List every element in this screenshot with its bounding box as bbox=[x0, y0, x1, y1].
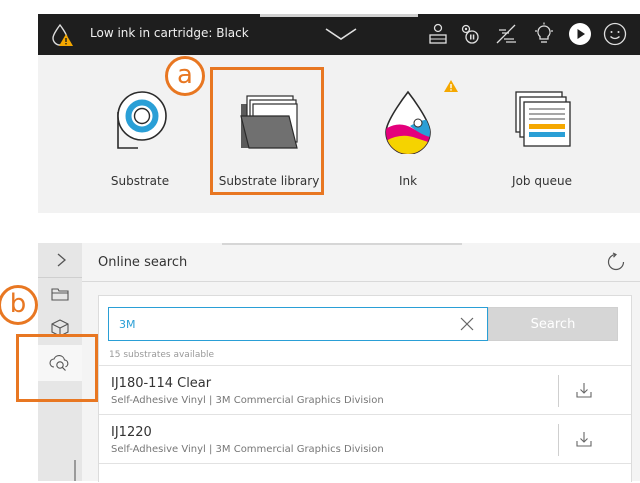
job-queue-icon bbox=[515, 91, 571, 147]
rail-scrollbar[interactable] bbox=[74, 460, 76, 481]
tile-label: Ink bbox=[398, 174, 418, 188]
warning-icon bbox=[444, 80, 458, 92]
clear-icon[interactable] bbox=[460, 317, 474, 331]
header-divider bbox=[82, 281, 640, 282]
search-input[interactable]: 3M bbox=[108, 307, 488, 341]
chevron-right-icon bbox=[57, 253, 66, 267]
result-subtitle: Self-Adhesive Vinyl | 3M Commercial Grap… bbox=[111, 444, 384, 455]
download-icon[interactable] bbox=[575, 381, 593, 399]
folder-outline-icon bbox=[51, 288, 69, 301]
ink-drop-icon bbox=[385, 90, 431, 154]
smiley-icon[interactable] bbox=[603, 22, 627, 46]
tile-ink[interactable]: Ink bbox=[352, 74, 464, 204]
ink-warning-icon[interactable] bbox=[51, 23, 75, 47]
online-search-panel: Online search 3M Search 15 substrates av… bbox=[82, 243, 640, 482]
tile-label: Substrate bbox=[110, 174, 170, 188]
callout-a: a bbox=[165, 56, 205, 96]
substrate-load-icon[interactable] bbox=[426, 22, 450, 46]
refresh-icon[interactable] bbox=[606, 252, 626, 272]
home-panel: Low ink in cartridge: Black Substrate Su… bbox=[38, 14, 640, 213]
play-icon[interactable] bbox=[568, 22, 592, 46]
panel-title: Online search bbox=[98, 255, 188, 270]
callout-b: b bbox=[0, 285, 38, 325]
result-name: IJ180-114 Clear bbox=[111, 376, 212, 391]
highlight-frame-a bbox=[210, 67, 324, 195]
highlight-frame-b bbox=[16, 334, 98, 402]
row-divider bbox=[558, 424, 559, 456]
substrate-roll-icon bbox=[117, 91, 167, 149]
chevron-down-icon[interactable] bbox=[324, 26, 358, 42]
lamp-icon[interactable] bbox=[494, 22, 518, 46]
search-input-value: 3M bbox=[119, 318, 136, 331]
search-button[interactable]: Search bbox=[488, 307, 618, 341]
download-icon[interactable] bbox=[575, 430, 593, 448]
result-count: 15 substrates available bbox=[109, 350, 215, 360]
status-message[interactable]: Low ink in cartridge: Black bbox=[90, 26, 249, 40]
result-row[interactable] bbox=[99, 463, 631, 483]
search-results-card: 3M Search 15 substrates available IJ180-… bbox=[98, 295, 632, 482]
tab-indicator-line bbox=[222, 243, 462, 245]
status-bar: Low ink in cartridge: Black bbox=[38, 14, 640, 55]
cutter-icon[interactable] bbox=[459, 22, 483, 46]
rail-item-library[interactable] bbox=[38, 277, 82, 311]
status-accent-line bbox=[260, 14, 418, 17]
result-row[interactable]: IJ1220 Self-Adhesive Vinyl | 3M Commerci… bbox=[99, 414, 631, 464]
result-subtitle: Self-Adhesive Vinyl | 3M Commercial Grap… bbox=[111, 395, 384, 406]
result-name: IJ1220 bbox=[111, 425, 152, 440]
result-row[interactable]: IJ180-114 Clear Self-Adhesive Vinyl | 3M… bbox=[99, 365, 631, 415]
row-divider bbox=[558, 375, 559, 407]
expand-rail-button[interactable] bbox=[38, 243, 82, 278]
light-icon[interactable] bbox=[532, 22, 556, 46]
tile-label: Job queue bbox=[512, 174, 572, 188]
tile-job-queue[interactable]: Job queue bbox=[486, 74, 598, 204]
